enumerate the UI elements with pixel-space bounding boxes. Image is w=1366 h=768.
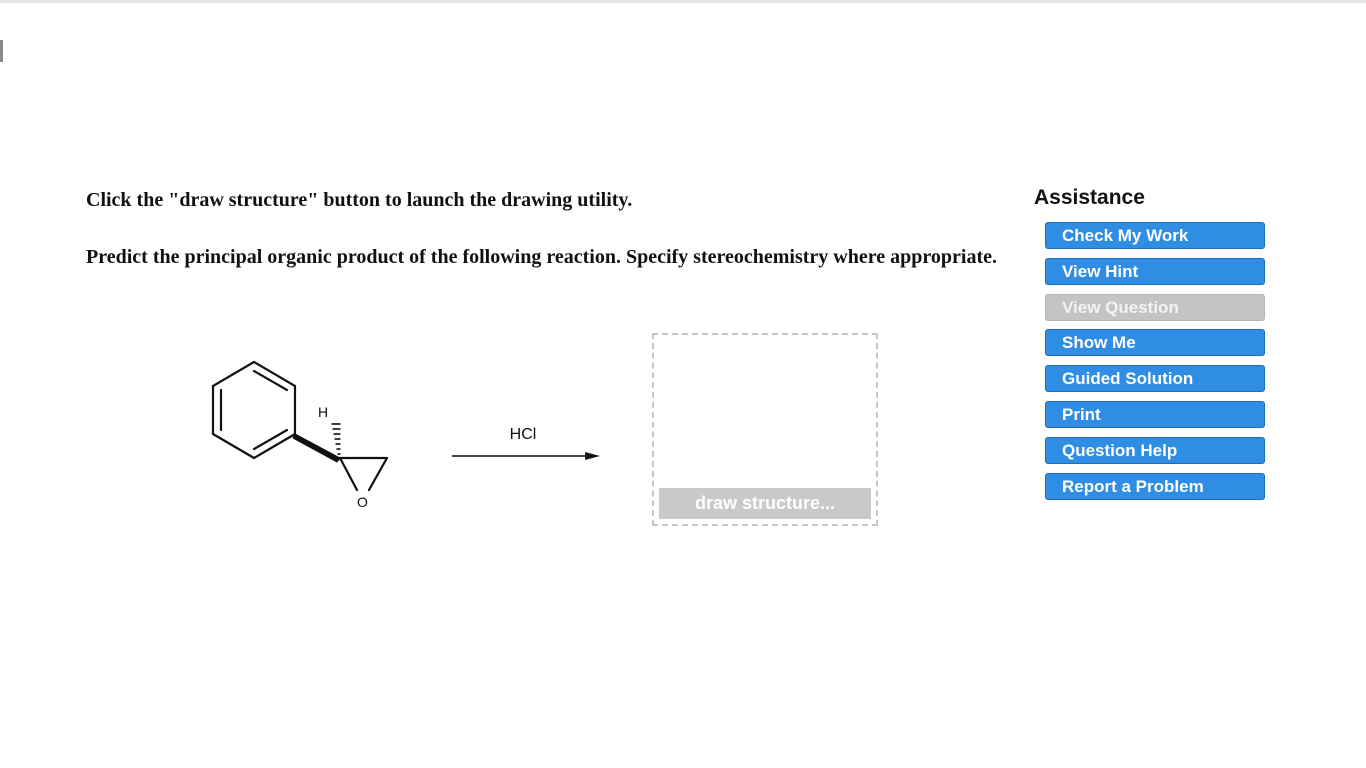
- benzene-ring: [211, 360, 297, 460]
- hashed-bond: [331, 423, 341, 455]
- instruction-text: Click the "draw structure" button to lau…: [86, 189, 633, 211]
- reaction-scheme: H O HCl: [211, 360, 600, 510]
- answer-drawing-area[interactable]: draw structure...: [652, 333, 878, 526]
- view-hint-button[interactable]: View Hint: [1045, 257, 1265, 285]
- double-bond: [252, 428, 289, 451]
- question-prompt: Predict the principal organic product of…: [86, 246, 997, 268]
- guided-solution-button[interactable]: Guided Solution: [1045, 365, 1265, 393]
- window-edge-mark: [0, 40, 3, 62]
- report-a-problem-button[interactable]: Report a Problem: [1045, 472, 1265, 500]
- view-question-button: View Question: [1045, 293, 1265, 321]
- epoxide-bond: [338, 456, 359, 492]
- wedge-bond: [292, 433, 341, 463]
- oxygen-label: O: [357, 494, 368, 510]
- double-bond: [252, 369, 289, 392]
- check-my-work-button[interactable]: Check My Work: [1045, 222, 1265, 249]
- arrow-head-icon: [585, 452, 600, 460]
- reagent-label: HCl: [510, 426, 537, 443]
- assistance-heading: Assistance: [1034, 186, 1145, 209]
- top-border: [0, 0, 1366, 3]
- print-button[interactable]: Print: [1045, 400, 1265, 428]
- question-help-button[interactable]: Question Help: [1045, 436, 1265, 464]
- hydrogen-label: H: [318, 404, 328, 420]
- draw-structure-button[interactable]: draw structure...: [659, 488, 871, 519]
- styrene-oxide-structure: [211, 360, 389, 492]
- epoxide-bond: [367, 456, 389, 492]
- assistance-panel: Assistance Check My Work View Hint View …: [1034, 184, 1274, 508]
- page: Click the "draw structure" button to lau…: [0, 0, 1366, 768]
- show-me-button[interactable]: Show Me: [1045, 329, 1265, 357]
